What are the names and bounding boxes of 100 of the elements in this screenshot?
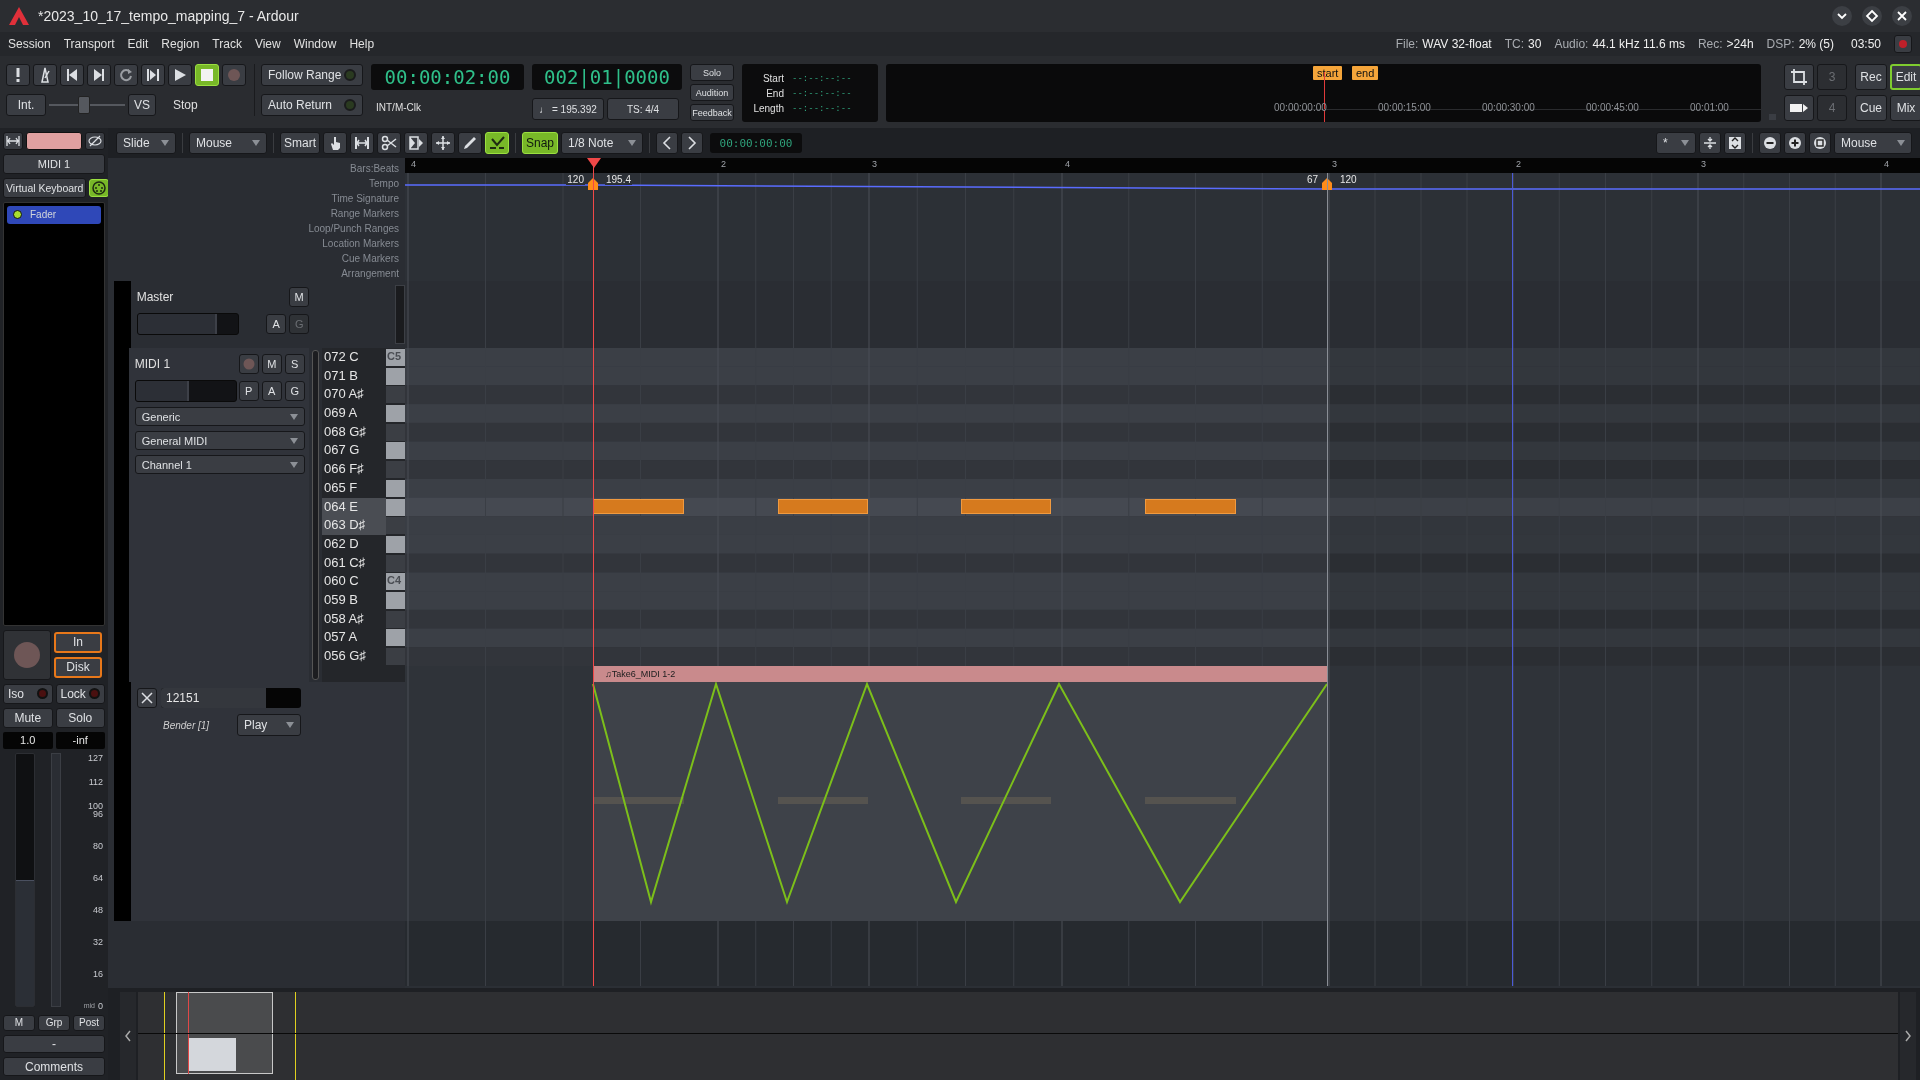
automation-value-slider[interactable]: 12151 xyxy=(161,688,301,708)
note-name[interactable]: 058 A♯ xyxy=(322,609,386,629)
status-label: File: xyxy=(1395,37,1419,51)
automation-button[interactable]: A xyxy=(266,314,287,334)
note-name[interactable]: 062 D xyxy=(322,534,386,554)
meter-scale-label: 64 xyxy=(93,872,103,883)
note-name[interactable]: 068 G♯ xyxy=(322,422,386,442)
midi-selector-dropdown[interactable]: Generic xyxy=(134,407,305,426)
meter-button[interactable]: TS: 4/4 xyxy=(607,98,679,120)
varispeed-button[interactable]: VS xyxy=(128,94,156,116)
nudge-clock[interactable]: 00:00:00:00 xyxy=(710,133,802,153)
time-label: 00:01:00 xyxy=(1690,102,1729,113)
note-name[interactable]: 066 F♯ xyxy=(322,460,386,479)
monitor-input-button[interactable]: In xyxy=(54,631,102,653)
comments-toggle-button[interactable]: - xyxy=(3,1034,105,1054)
menu-item[interactable]: Transport xyxy=(63,37,115,51)
processor-name: Fader xyxy=(30,209,57,221)
strip-option-button[interactable]: M xyxy=(3,1014,35,1031)
automation-name: Bender [1] xyxy=(163,719,211,731)
menu-item[interactable]: Region xyxy=(161,37,200,51)
meter-scale-label: 112 xyxy=(88,776,103,787)
menu-item[interactable]: Edit xyxy=(127,37,149,51)
automation-value: 12151 xyxy=(165,691,200,705)
gain-display[interactable]: 1.0 xyxy=(3,731,53,749)
page-tab[interactable]: Cue xyxy=(1855,95,1887,121)
time-label: 00:00:30:00 xyxy=(1482,102,1535,113)
monitor-input-button[interactable]: Disk xyxy=(54,656,102,678)
marker-flag[interactable]: end xyxy=(1352,66,1379,80)
group-button[interactable]: G xyxy=(284,381,305,401)
page-tab[interactable]: Rec xyxy=(1855,64,1887,90)
note-name[interactable]: 061 C♯ xyxy=(322,553,386,573)
snap-button[interactable]: Snap xyxy=(522,132,558,154)
edit-point-dropdown[interactable]: Mouse xyxy=(189,132,267,154)
auto-return-button[interactable]: Auto Return xyxy=(261,94,363,116)
page-tab[interactable]: Mix xyxy=(1890,95,1920,121)
follow-range-button[interactable]: Follow Range xyxy=(261,64,363,86)
status-value: >24h xyxy=(1726,37,1754,51)
mute-button[interactable]: M xyxy=(289,287,310,307)
time-label: 00:00:15:00 xyxy=(1378,102,1431,113)
wall-clock: 03:50 xyxy=(1850,37,1881,51)
note-name[interactable]: 065 F xyxy=(322,478,386,498)
note-name[interactable]: 070 A♯ xyxy=(322,385,386,405)
iso-button[interactable]: Iso xyxy=(3,683,53,704)
lock-button[interactable]: Lock xyxy=(55,683,105,704)
menu-item[interactable]: Window xyxy=(293,37,337,51)
note-name[interactable]: 063 D♯ xyxy=(322,516,386,535)
note-name[interactable]: 060 C xyxy=(322,572,386,591)
marker-flag[interactable]: start xyxy=(1313,66,1343,80)
menu-item[interactable]: View xyxy=(254,37,281,51)
note-name[interactable]: 069 A xyxy=(322,404,386,423)
midi-selector-dropdown[interactable]: General MIDI xyxy=(134,431,305,450)
ruler-label: Arrangement xyxy=(341,267,399,281)
strip-option-button[interactable]: Post xyxy=(73,1014,105,1031)
meter-scale-label: 32 xyxy=(93,936,103,947)
track-name-button[interactable]: MIDI 1 xyxy=(3,154,105,174)
tempo-button[interactable]: ♩ = 195.392 xyxy=(532,98,604,120)
ruler-label: Location Markers xyxy=(322,237,399,251)
zoom-focus-dropdown[interactable]: Mouse xyxy=(1834,132,1912,154)
solo-button[interactable]: S xyxy=(284,354,305,374)
note-name[interactable]: 067 G xyxy=(322,441,386,461)
time-label: 00:00:45:00 xyxy=(1586,102,1639,113)
monitor-button[interactable]: Audition xyxy=(690,84,734,101)
visible-tracks-dropdown[interactable]: * xyxy=(1656,132,1696,154)
tempo-value: 67 xyxy=(1305,174,1319,185)
clock-source: INT/M-Clk xyxy=(375,102,422,113)
bar-number: 4 xyxy=(1884,159,1889,169)
page-tab[interactable]: Edit xyxy=(1890,64,1920,90)
playlist-button[interactable]: P xyxy=(238,381,259,401)
time-label: 00:00:00:00 xyxy=(1274,102,1327,113)
sync-button[interactable]: Int. xyxy=(6,94,46,116)
tempo-value: 195.4 xyxy=(605,174,633,185)
smart-mode-button[interactable]: Smart xyxy=(280,132,320,154)
strip-option-button[interactable]: Grp xyxy=(38,1014,70,1031)
edit-mode-dropdown[interactable]: Slide xyxy=(116,132,176,154)
secondary-clock[interactable]: 002|01|0000 xyxy=(532,64,682,90)
menu-item[interactable]: Track xyxy=(212,37,242,51)
monitor-button[interactable]: Feedback xyxy=(690,104,734,121)
automation-mode-dropdown[interactable]: Play xyxy=(237,714,301,736)
note-name[interactable]: 064 E xyxy=(322,497,386,517)
grid-type-dropdown[interactable]: 1/8 Note xyxy=(561,132,643,154)
virtual-keyboard-button[interactable]: Virtual Keyboard xyxy=(3,177,87,198)
note-name[interactable]: 072 C xyxy=(322,348,386,367)
midi-selector-dropdown[interactable]: Channel 1 xyxy=(134,455,305,474)
mute-button[interactable]: M xyxy=(261,354,282,374)
solo-button[interactable]: Solo xyxy=(55,707,105,728)
note-name[interactable]: 059 B xyxy=(322,590,386,610)
note-name[interactable]: 057 A xyxy=(322,628,386,647)
mute-button[interactable]: Mute xyxy=(3,707,53,728)
menu-item[interactable]: Session xyxy=(8,37,51,51)
monitor-button[interactable]: Solo xyxy=(690,64,734,81)
comments-button[interactable]: Comments xyxy=(3,1057,105,1076)
processor-item[interactable]: Fader xyxy=(7,205,101,224)
note-name[interactable]: 071 B xyxy=(322,366,386,386)
meter-scale-label: 0 xyxy=(98,1000,103,1011)
automation-button[interactable]: A xyxy=(261,381,282,401)
primary-clock[interactable]: 00:00:02:00 xyxy=(371,64,524,90)
track-name: Master xyxy=(136,290,174,304)
track-name: MIDI 1 xyxy=(134,357,171,371)
menu-item[interactable]: Help xyxy=(349,37,375,51)
note-name[interactable]: 056 G♯ xyxy=(322,647,386,666)
